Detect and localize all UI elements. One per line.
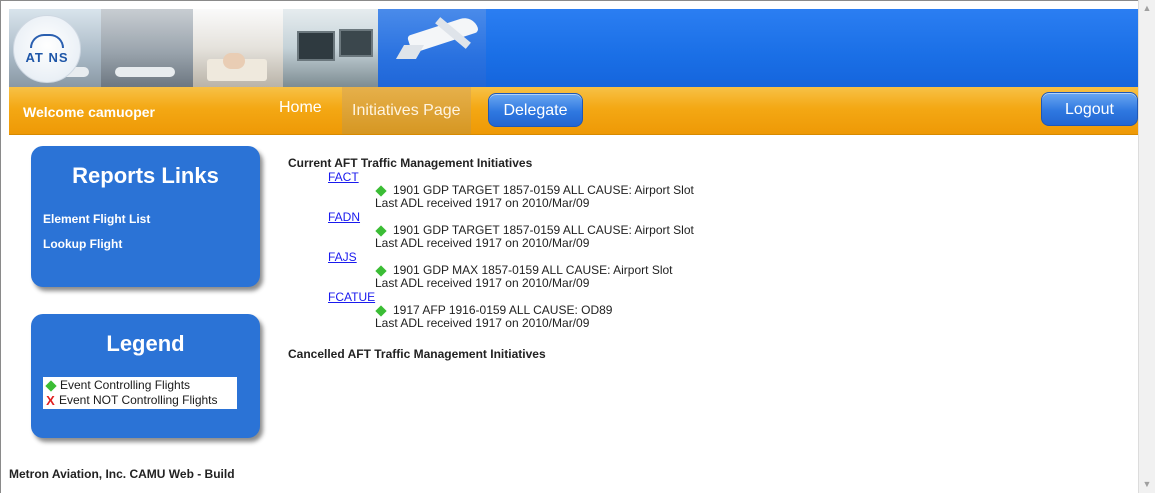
monitor-image: [297, 31, 335, 61]
delegate-button[interactable]: Delegate: [488, 93, 583, 127]
legend-title: Legend: [106, 331, 185, 356]
green-diamond-icon: [375, 264, 387, 277]
scroll-down-arrow-icon[interactable]: ▼: [1139, 476, 1155, 493]
logo-signal-icon: [30, 33, 64, 48]
initiative-entry: FAJS 1901 GDP MAX 1857-0159 ALL CAUSE: A…: [328, 250, 1108, 290]
vertical-scrollbar[interactable]: ▲ ▼: [1138, 0, 1155, 493]
banner-photo-airport: AT NS: [9, 9, 101, 87]
current-initiatives-title: Current AFT Traffic Management Initiativ…: [288, 156, 533, 170]
green-diamond-icon: [45, 379, 57, 392]
logo-text: AT NS: [25, 49, 69, 65]
page-frame: AT NS Welcome camuoper Home Initiatives …: [0, 0, 1138, 493]
green-diamond-icon: [375, 224, 387, 237]
welcome-message: Welcome camuoper: [23, 104, 156, 120]
banner-photo-control-room: [283, 9, 378, 87]
airport-link-fadn[interactable]: FADN: [328, 210, 360, 224]
nav-home-link[interactable]: Home: [279, 99, 322, 117]
adl-status: Last ADL received 1917 on 2010/Mar/09: [375, 316, 590, 330]
main-nav-bar: Welcome camuoper Home Initiatives Page D…: [9, 87, 1138, 135]
legend-item-label: Event NOT Controlling Flights: [59, 393, 218, 407]
adl-status: Last ADL received 1917 on 2010/Mar/09: [375, 196, 590, 210]
adl-status: Last ADL received 1917 on 2010/Mar/09: [375, 236, 590, 250]
banner-photo-office: [193, 9, 283, 87]
initiative-entry: FCATUE 1917 AFP 1916-0159 ALL CAUSE: OD8…: [328, 290, 1108, 330]
footer-build-text: Metron Aviation, Inc. CAMU Web - Build: [9, 467, 235, 481]
scroll-up-arrow-icon[interactable]: ▲: [1139, 0, 1155, 17]
banner-photo-tarmac: [101, 9, 193, 87]
hand-image: [223, 53, 245, 69]
reports-links-panel: Reports Links Element Flight List Lookup…: [31, 146, 260, 287]
airport-link-fajs[interactable]: FAJS: [328, 250, 357, 264]
adl-status: Last ADL received 1917 on 2010/Mar/09: [375, 276, 590, 290]
cancelled-initiatives-title: Cancelled AFT Traffic Management Initiat…: [288, 347, 546, 361]
legend-item-controlling: Event Controlling Flights: [45, 378, 235, 393]
red-x-icon: X: [46, 393, 55, 408]
green-diamond-icon: [375, 184, 387, 197]
header-banner: AT NS: [9, 9, 1138, 87]
legend-item-label: Event Controlling Flights: [60, 378, 191, 392]
nav-initiatives-tab[interactable]: Initiatives Page: [342, 87, 471, 134]
legend-panel: Legend Event Controlling Flights X Event…: [31, 314, 260, 438]
reports-links-title: Reports Links: [72, 163, 219, 188]
airport-link-fact[interactable]: FACT: [328, 170, 359, 184]
monitor-image: [339, 29, 373, 57]
green-diamond-icon: [375, 304, 387, 317]
airplane-tail-image: [395, 45, 425, 59]
initiative-entry: FADN 1901 GDP TARGET 1857-0159 ALL CAUSE…: [328, 210, 1108, 250]
lookup-flight-link[interactable]: Lookup Flight: [43, 237, 122, 251]
initiatives-content: Current AFT Traffic Management Initiativ…: [288, 156, 1108, 361]
atns-logo: AT NS: [13, 15, 81, 83]
logout-button[interactable]: Logout: [1041, 92, 1138, 126]
parked-plane-image: [115, 67, 175, 77]
legend-item-not-controlling: X Event NOT Controlling Flights: [45, 393, 235, 408]
legend-list: Event Controlling Flights X Event NOT Co…: [43, 377, 237, 409]
banner-photo-airplane: [378, 9, 486, 87]
initiative-entry: FACT 1901 GDP TARGET 1857-0159 ALL CAUSE…: [328, 170, 1108, 210]
airport-link-fcatue[interactable]: FCATUE: [328, 290, 375, 304]
banner-photo-strip: AT NS: [9, 9, 486, 87]
element-flight-list-link[interactable]: Element Flight List: [43, 212, 150, 226]
